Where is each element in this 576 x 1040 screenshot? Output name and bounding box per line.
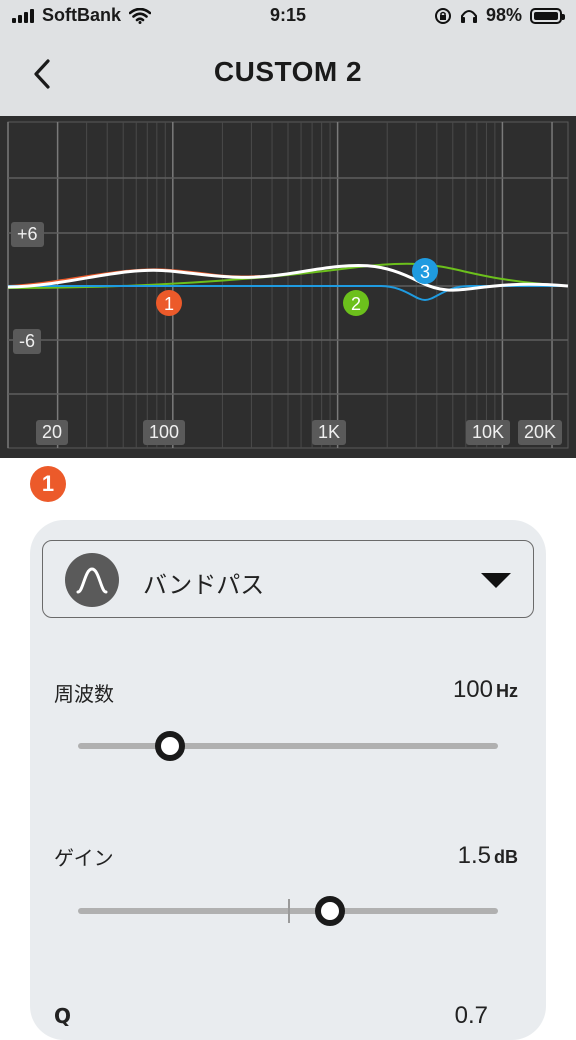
- eq-graph[interactable]: 1 2 3 +6 -6 20 100 1K 10K 20K: [0, 116, 576, 458]
- status-bar: SoftBank 9:15 98%: [0, 0, 576, 34]
- q-value: 0.7: [454, 1002, 488, 1029]
- band-3-marker[interactable]: 3: [412, 258, 438, 284]
- gain-unit: dB: [494, 847, 518, 867]
- frequency-label: 周波数: [54, 682, 114, 706]
- dropdown-arrow-icon: [481, 573, 511, 588]
- band-1-number: 1: [164, 294, 174, 314]
- selected-band-badge: 1: [30, 466, 66, 502]
- band-3-number: 3: [420, 262, 430, 282]
- gain-number: 1.5: [457, 842, 491, 869]
- freq-label-100: 100: [143, 420, 186, 445]
- battery-fill: [534, 11, 558, 20]
- gain-zero-tick: [288, 899, 290, 923]
- battery-icon: [530, 7, 565, 24]
- frequency-unit: Hz: [496, 681, 518, 701]
- filter-type-label: バンドパス: [143, 571, 265, 599]
- band-settings-panel: バンドパス 周波数 100 Hz ゲイン 1.5 dB Q 0.7: [30, 520, 546, 1040]
- band-2-marker[interactable]: 2: [343, 290, 369, 316]
- orientation-lock-icon: [434, 7, 451, 24]
- band-2-number: 2: [351, 294, 361, 314]
- page-title: CUSTOM 2: [213, 56, 363, 87]
- battery-percent: 98%: [485, 5, 522, 25]
- frequency-slider-thumb[interactable]: [155, 731, 186, 761]
- gain-slider-thumb[interactable]: [315, 896, 345, 926]
- frequency-number: 100: [452, 676, 493, 703]
- gain-value: 1.5 dB: [458, 842, 518, 870]
- frequency-slider-track[interactable]: [78, 743, 498, 749]
- db-label-minus6: -6: [13, 329, 42, 354]
- frequency-value: 100 Hz: [453, 676, 518, 704]
- eq-graph-canvas: 1 2 3: [7, 121, 569, 449]
- filter-type-select[interactable]: バンドパス: [42, 540, 534, 618]
- status-right: 98%: [426, 5, 565, 26]
- band-1-marker[interactable]: 1: [156, 290, 182, 316]
- nav-bar: CUSTOM 2: [0, 34, 576, 116]
- db-label-plus6: +6: [11, 222, 44, 247]
- bandpass-curve-icon: [65, 553, 119, 607]
- freq-label-20: 20: [36, 420, 69, 445]
- freq-label-20k: 20K: [518, 420, 563, 445]
- q-label: Q: [54, 1004, 72, 1028]
- freq-label-1k: 1K: [312, 420, 347, 445]
- headphones-icon: [460, 9, 477, 23]
- freq-label-10k: 10K: [466, 420, 511, 445]
- gain-label: ゲイン: [54, 846, 114, 870]
